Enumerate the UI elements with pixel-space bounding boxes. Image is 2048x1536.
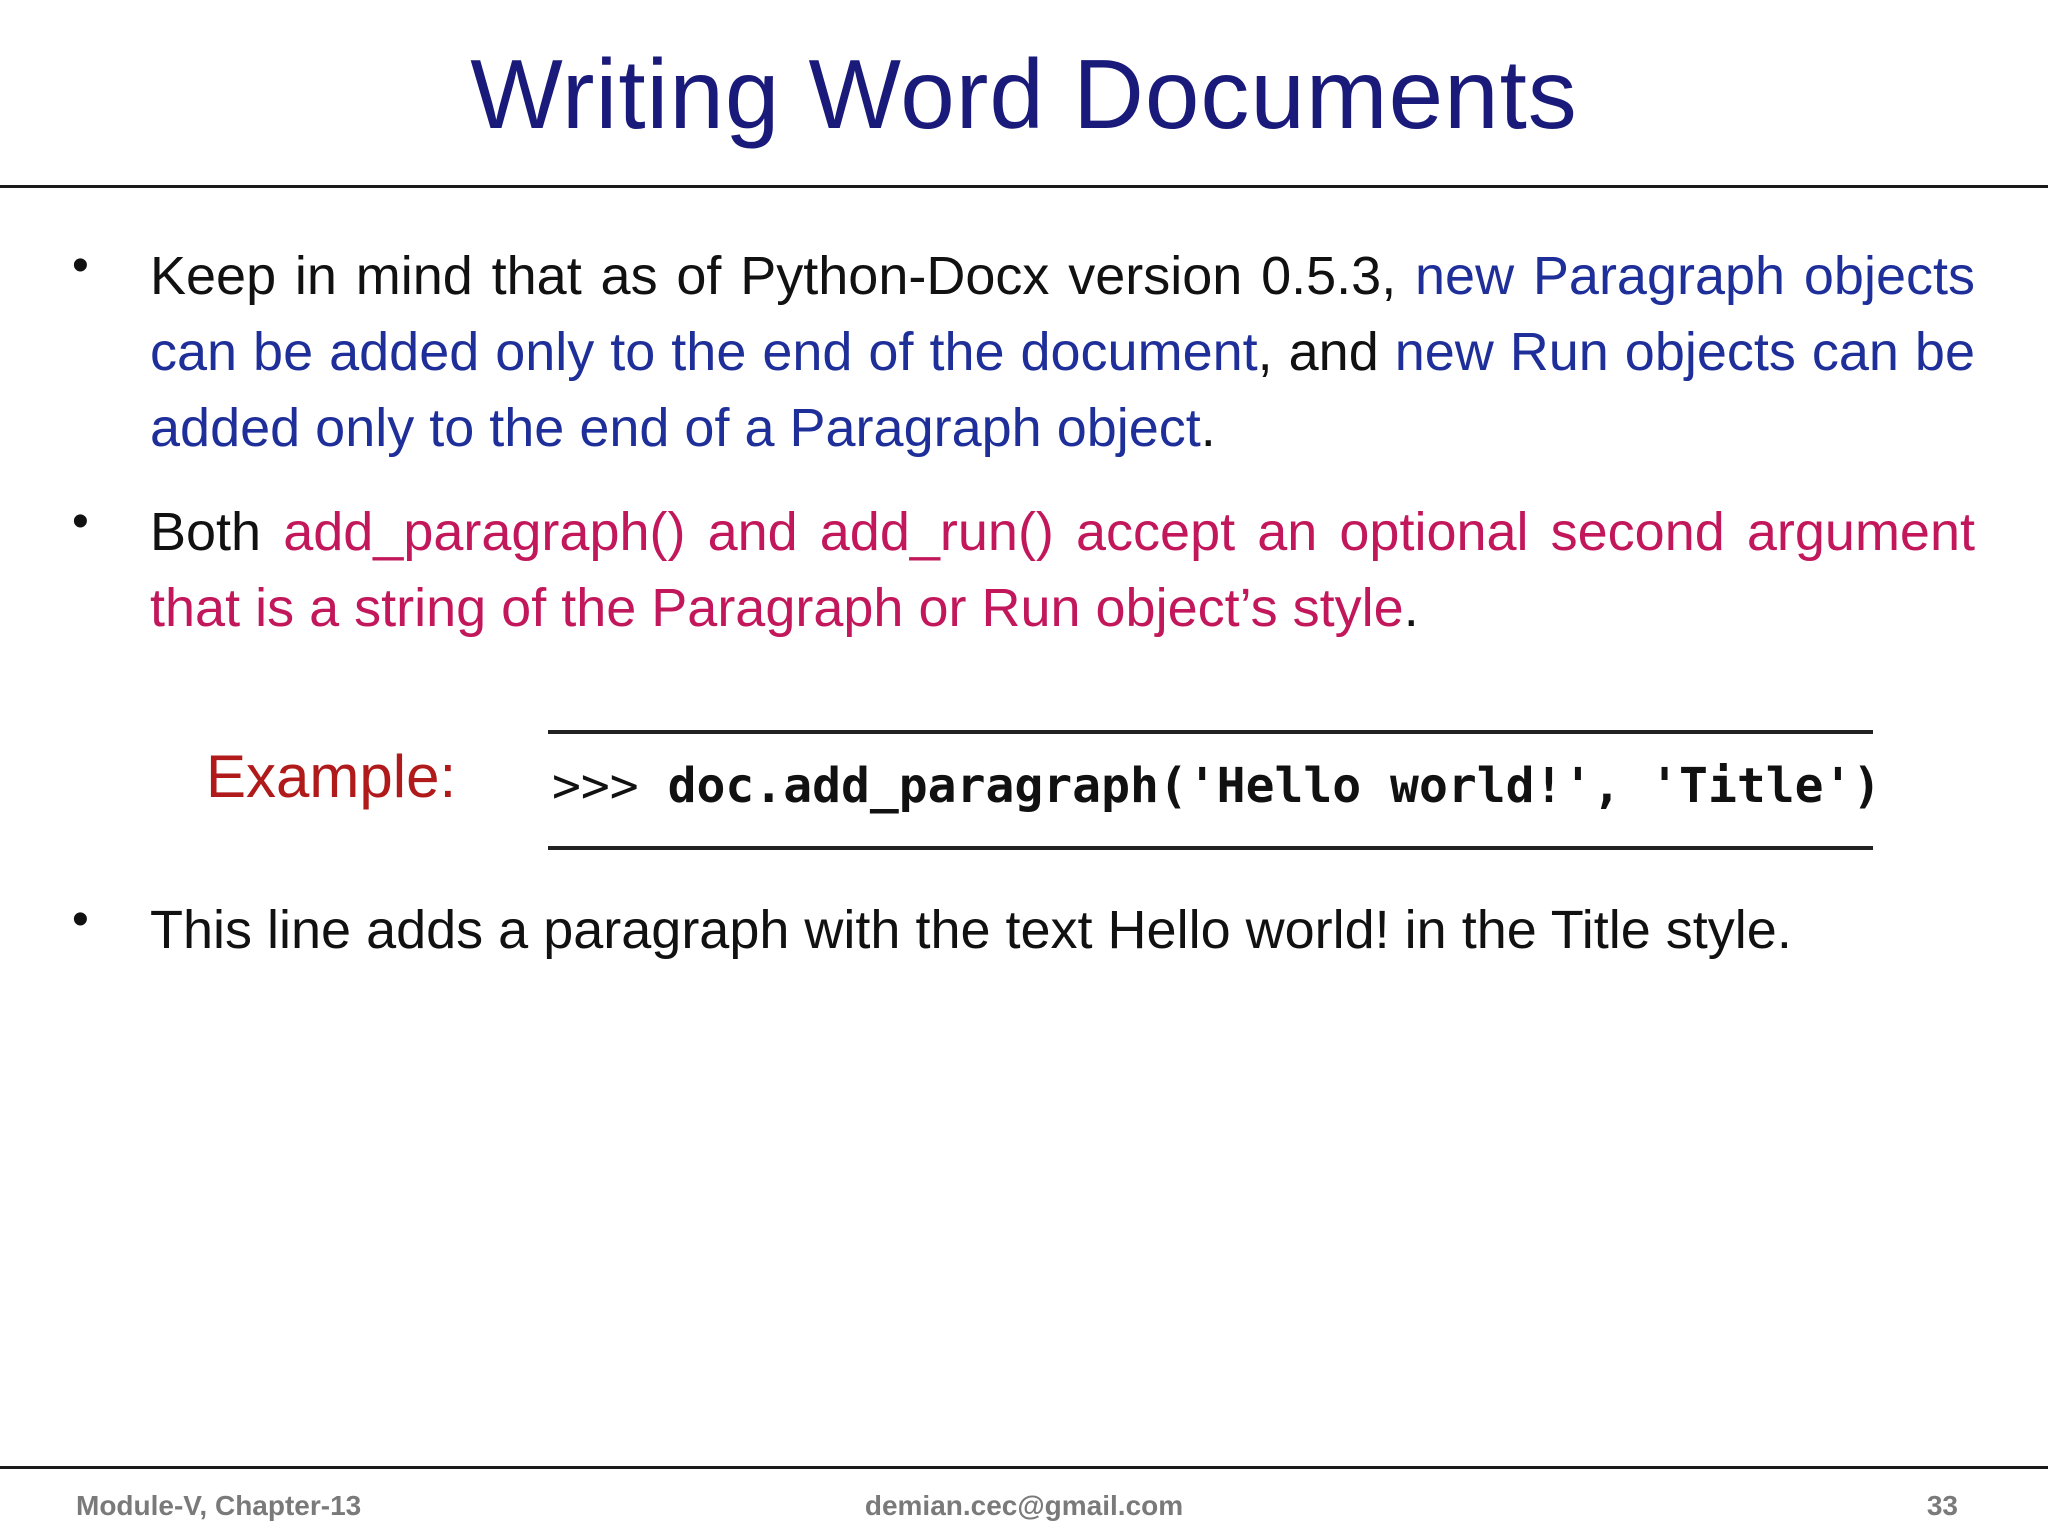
slide-title: Writing Word Documents (470, 39, 1578, 149)
bullet-icon: • (72, 495, 89, 548)
bullet2-lead: Both (150, 502, 284, 562)
bullet-text-2: Both add_paragraph() and add_run() accep… (150, 494, 1975, 646)
bullet1-end: . (1200, 398, 1216, 458)
slide: Writing Word Documents • Keep in mind th… (0, 0, 2048, 1536)
bullet-icon: • (72, 893, 89, 946)
bullet2-highlight: add_paragraph() and add_run() accept an … (150, 502, 1975, 638)
bullet-icon: • (72, 239, 89, 292)
bullet-text-1: Keep in mind that as of Python-Docx vers… (150, 238, 1975, 466)
title-divider (0, 185, 2048, 188)
code-bottom-rule (548, 846, 1873, 850)
code-top-rule (548, 730, 1873, 734)
code-prompt: >>> (552, 758, 668, 814)
bullet1-mid: , and (1257, 322, 1395, 382)
bullet2-end: . (1403, 578, 1419, 638)
bullet1-lead: Keep in mind that as of Python-Docx vers… (150, 246, 1416, 306)
footer-email: demian.cec@gmail.com (864, 1490, 1184, 1521)
code-text: doc.add_paragraph('Hello world!', 'Title… (667, 758, 1882, 814)
example-label: Example: (206, 743, 457, 810)
bullet-text-3: This line adds a paragraph with the text… (150, 900, 1792, 960)
code-line: >>> doc.add_paragraph('Hello world!', 'T… (552, 758, 1881, 814)
code-example: >>> doc.add_paragraph('Hello world!', 'T… (548, 730, 1881, 850)
footer-divider (0, 1466, 2048, 1469)
footer-page-number: 33 (1926, 1490, 1958, 1521)
